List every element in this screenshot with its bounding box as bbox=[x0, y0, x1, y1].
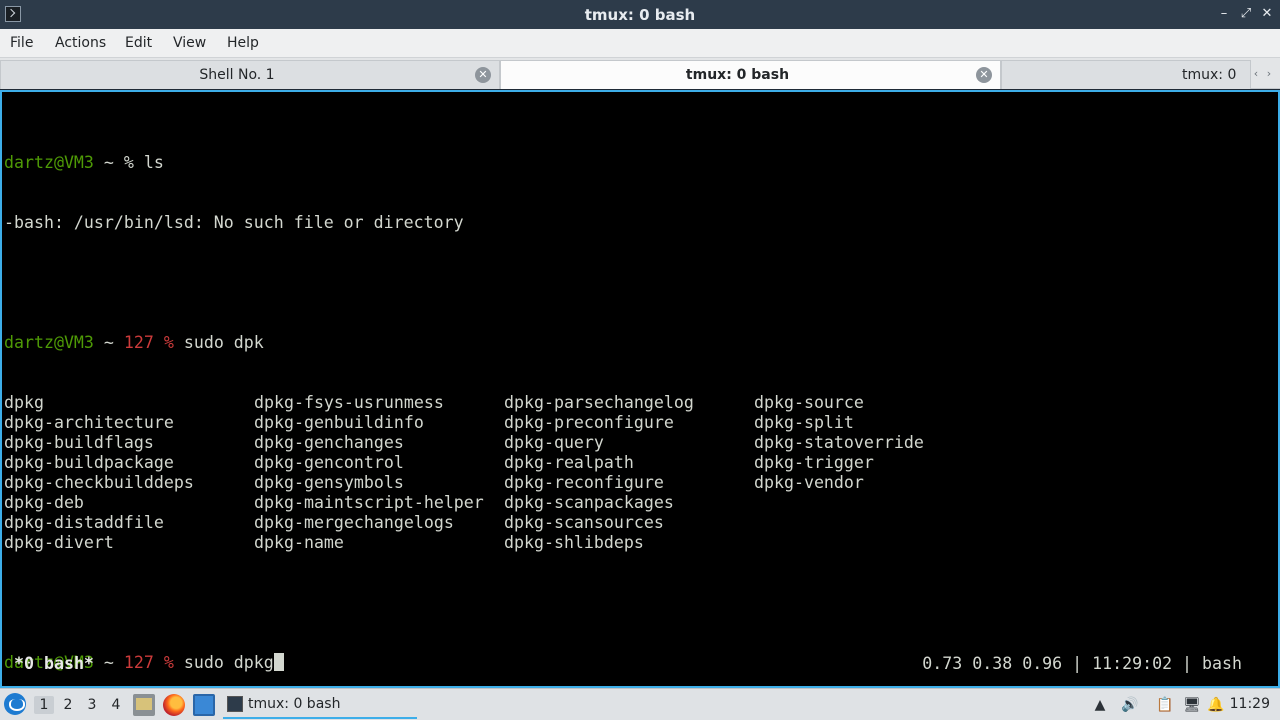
text-cursor bbox=[273, 653, 284, 671]
completion-row: dpkg-distaddfile dpkg-mergechangelogs dpkg… bbox=[4, 513, 1004, 533]
completion-item: dpkg-checkbuilddeps bbox=[4, 473, 194, 492]
tab-scroll-left-icon[interactable]: ‹ bbox=[1251, 61, 1261, 87]
completion-list: dpkg dpkg-fsys-usrunmess dpkg-parsechangel… bbox=[4, 393, 1004, 553]
completion-item: dpkg-statoverride bbox=[754, 433, 924, 452]
completion-row: dpkg-deb dpkg-maintscript-helper dpkg-scan… bbox=[4, 493, 1004, 513]
completion-item: dpkg-distaddfile bbox=[4, 513, 164, 532]
minimize-button[interactable]: – bbox=[1216, 6, 1232, 22]
completion-item: dpkg-scansources bbox=[504, 513, 664, 532]
completion-item: dpkg-scanpackages bbox=[504, 493, 674, 512]
tab-bar: Shell No. 1 ✕ tmux: 0 bash ✕ tmux: 0 ‹ › bbox=[0, 58, 1280, 89]
completion-item: dpkg-split bbox=[754, 413, 854, 432]
completion-item: dpkg-gencontrol bbox=[254, 453, 404, 472]
completion-item: dpkg-parsechangelog bbox=[504, 393, 694, 412]
terminal-view[interactable]: dartz@VM3 ~ % ls -bash: /usr/bin/lsd: No… bbox=[0, 90, 1280, 688]
menu-actions[interactable]: Actions bbox=[55, 35, 106, 51]
completion-item: dpkg-buildflags bbox=[4, 433, 154, 452]
workspace-2[interactable]: 2 bbox=[58, 696, 78, 714]
completion-item: dpkg-name bbox=[254, 533, 344, 552]
window-titlebar: tmux: 0 bash – ⤢ ✕ bbox=[0, 0, 1280, 29]
firefox-icon[interactable] bbox=[163, 694, 185, 716]
prompt-command: ~ % ls bbox=[93, 153, 164, 172]
prompt-user: dartz@VM3 bbox=[4, 153, 94, 172]
task-label: tmux: 0 bash bbox=[248, 696, 341, 712]
tab-label: tmux: 0 bbox=[1182, 67, 1237, 83]
completion-item: dpkg-genbuildinfo bbox=[254, 413, 424, 432]
prompt-user: dartz@VM3 bbox=[4, 333, 94, 352]
menu-edit[interactable]: Edit bbox=[125, 35, 152, 51]
completion-row: dpkg dpkg-fsys-usrunmess dpkg-parsechangel… bbox=[4, 393, 1004, 413]
prompt-line: dartz@VM3 ~ 127 % sudo dpkg bbox=[4, 653, 1004, 673]
exit-code: 127 % bbox=[123, 333, 174, 352]
tab-scroll-right-icon[interactable]: › bbox=[1264, 61, 1274, 87]
network-icon[interactable]: 🖥 bbox=[1182, 695, 1202, 715]
prompt-line: dartz@VM3 ~ % ls bbox=[4, 153, 1004, 173]
tab-close-icon[interactable]: ✕ bbox=[976, 67, 992, 83]
error-line: -bash: /usr/bin/lsd: No such file or dir… bbox=[4, 213, 464, 232]
show-desktop-icon[interactable] bbox=[193, 694, 215, 716]
completion-item: dpkg-source bbox=[754, 393, 864, 412]
tmux-window-status: *0 bash* bbox=[14, 654, 94, 673]
tab-label: tmux: 0 bash bbox=[685, 67, 790, 83]
completion-row: dpkg-buildpackage dpkg-gencontrol dpkg-rea… bbox=[4, 453, 1004, 473]
completion-item: dpkg-architecture bbox=[4, 413, 174, 432]
prompt-line: dartz@VM3 ~ 127 % sudo dpk bbox=[4, 333, 1004, 353]
workspace-1[interactable]: 1 bbox=[34, 696, 54, 714]
completion-item: dpkg-maintscript-helper bbox=[254, 493, 484, 512]
completion-item: dpkg-deb bbox=[4, 493, 84, 512]
tab-shell-1[interactable]: Shell No. 1 ✕ bbox=[0, 60, 500, 89]
completion-item: dpkg-genchanges bbox=[254, 433, 404, 452]
completion-item: dpkg-gensymbols bbox=[254, 473, 404, 492]
completion-item: dpkg-preconfigure bbox=[504, 413, 674, 432]
clock[interactable]: 11:29 bbox=[1230, 696, 1270, 712]
terminal-output: dartz@VM3 ~ % ls -bash: /usr/bin/lsd: No… bbox=[4, 113, 1004, 713]
completion-row: dpkg-divert dpkg-name dpkg-shlibdeps bbox=[4, 533, 1004, 553]
completion-item: dpkg-buildpackage bbox=[4, 453, 174, 472]
completion-item: dpkg-fsys-usrunmess bbox=[254, 393, 444, 412]
notification-icon[interactable]: 🔔 bbox=[1206, 695, 1226, 715]
tab-tmux-bash[interactable]: tmux: 0 bash ✕ bbox=[500, 60, 1001, 89]
menu-file[interactable]: File bbox=[10, 35, 33, 51]
prompt-path: ~ bbox=[93, 653, 124, 672]
completion-row: dpkg-architecture dpkg-genbuildinfo dpkg-p… bbox=[4, 413, 1004, 433]
menu-bar: File Actions Edit View Help bbox=[0, 29, 1280, 58]
completion-item: dpkg-reconfigure bbox=[504, 473, 664, 492]
taskbar: 1 2 3 4 tmux: 0 bash ▲ 🔊 📋 🖥 🔔 11:29 bbox=[0, 688, 1280, 720]
prompt-command: sudo dpk bbox=[173, 333, 264, 352]
completion-item: dpkg bbox=[4, 393, 44, 412]
clipboard-icon[interactable]: 📋 bbox=[1155, 695, 1175, 715]
prompt-path: ~ bbox=[93, 333, 124, 352]
completion-item: dpkg-divert bbox=[4, 533, 114, 552]
window-title: tmux: 0 bash bbox=[584, 6, 696, 24]
completion-row: dpkg-checkbuilddeps dpkg-gensymbols dpkg-r… bbox=[4, 473, 1004, 493]
maximize-button[interactable]: ⤢ bbox=[1238, 6, 1254, 22]
tab-tmux-0[interactable]: tmux: 0 bbox=[1001, 60, 1251, 89]
menu-view[interactable]: View bbox=[173, 35, 206, 51]
terminal-icon bbox=[227, 696, 243, 712]
completion-item: dpkg-shlibdeps bbox=[504, 533, 644, 552]
completion-item: dpkg-mergechangelogs bbox=[254, 513, 454, 532]
close-button[interactable]: ✕ bbox=[1259, 6, 1275, 22]
workspace-4[interactable]: 4 bbox=[106, 696, 126, 714]
menu-help[interactable]: Help bbox=[227, 35, 259, 51]
tab-close-icon[interactable]: ✕ bbox=[475, 67, 491, 83]
tab-label: Shell No. 1 bbox=[199, 67, 275, 83]
start-menu-icon[interactable] bbox=[4, 693, 26, 715]
file-manager-icon[interactable] bbox=[133, 694, 155, 716]
completion-item: dpkg-trigger bbox=[754, 453, 874, 472]
taskbar-task-tmux[interactable]: tmux: 0 bash bbox=[223, 691, 417, 719]
volume-icon[interactable]: 🔊 bbox=[1120, 695, 1140, 715]
workspace-3[interactable]: 3 bbox=[82, 696, 102, 714]
completion-item: dpkg-vendor bbox=[754, 473, 864, 492]
completion-item: dpkg-realpath bbox=[504, 453, 634, 472]
tmux-status-info: 0.73 0.38 0.96 | 11:29:02 | bash bbox=[922, 654, 1242, 673]
prompt-command: sudo dpkg bbox=[173, 653, 274, 672]
tray-expand-icon[interactable]: ▲ bbox=[1090, 695, 1110, 715]
completion-row: dpkg-buildflags dpkg-genchanges dpkg-query… bbox=[4, 433, 1004, 453]
exit-code: 127 % bbox=[123, 653, 174, 672]
completion-item: dpkg-query bbox=[504, 433, 604, 452]
